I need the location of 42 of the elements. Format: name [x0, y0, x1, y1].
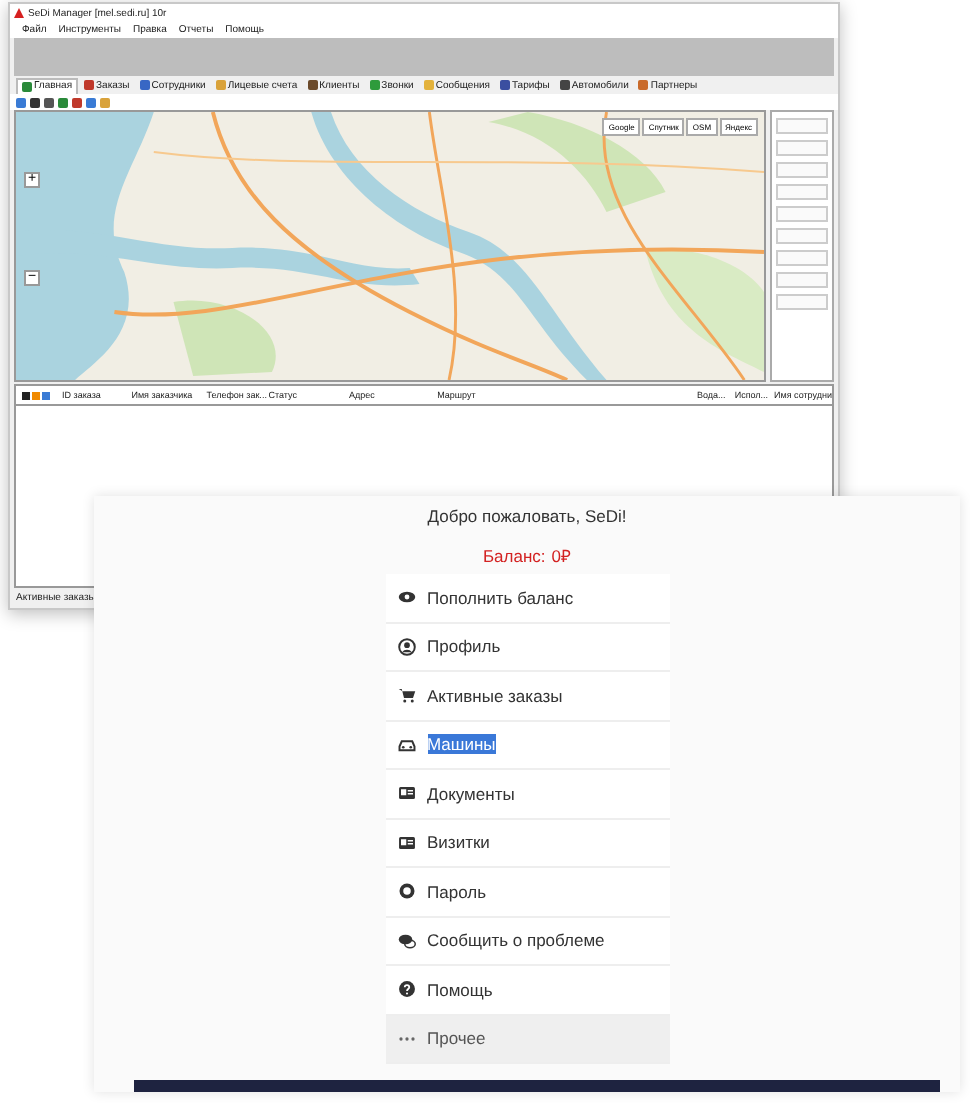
menu-item-label: Помощь	[427, 979, 493, 1000]
help-icon	[397, 980, 415, 999]
user-icon	[397, 637, 415, 656]
menu-item-label: Пополнить баланс	[427, 587, 574, 608]
cart-icon	[397, 686, 415, 705]
tab-icon	[369, 80, 380, 90]
menu-item[interactable]: Прочее	[385, 1015, 669, 1064]
chat-icon	[397, 931, 415, 950]
menu-item-label: Машины	[427, 734, 496, 755]
menu-item[interactable]: Машины	[385, 721, 669, 770]
tab-icon	[215, 80, 226, 90]
id-card-icon	[397, 784, 415, 803]
app-logo-icon	[14, 8, 24, 18]
eye-icon	[397, 588, 415, 607]
menu-item[interactable]: Профиль	[385, 623, 669, 672]
menu-item-label: Активные заказы	[427, 685, 563, 706]
menu-item[interactable]: Пароль	[385, 868, 669, 917]
menu-item-label: Прочее	[427, 1028, 486, 1049]
balance-value: 0₽	[551, 544, 572, 568]
tab-icon	[139, 80, 150, 90]
menu-item-label: Сообщить о проблеме	[427, 930, 605, 951]
ring-icon	[397, 882, 415, 901]
tab-icon	[307, 80, 318, 90]
welcome-text: Добро пожаловать, SeDi!	[427, 504, 627, 528]
car-icon	[397, 735, 415, 754]
menu-item-label: Пароль	[427, 881, 486, 902]
id-card-icon	[397, 833, 415, 852]
tab-icon	[423, 80, 434, 90]
tab-icon	[84, 80, 95, 90]
tab-icon	[22, 81, 32, 91]
menu-item[interactable]: Документы	[385, 770, 669, 819]
tab-icon	[638, 80, 649, 90]
menu-item[interactable]: Визитки	[385, 819, 669, 868]
menu-item-label: Визитки	[427, 832, 490, 853]
menu-item[interactable]: Сообщить о проблеме	[385, 917, 669, 966]
menu-item[interactable]: Активные заказы	[385, 672, 669, 721]
balance-label: Баланс:	[482, 544, 546, 568]
menu-item-label: Документы	[427, 783, 515, 804]
tab-icon	[559, 80, 570, 90]
menu-item[interactable]: Пополнить баланс	[385, 574, 669, 623]
menu-item-label: Профиль	[427, 636, 501, 657]
tab-icon	[499, 80, 510, 90]
